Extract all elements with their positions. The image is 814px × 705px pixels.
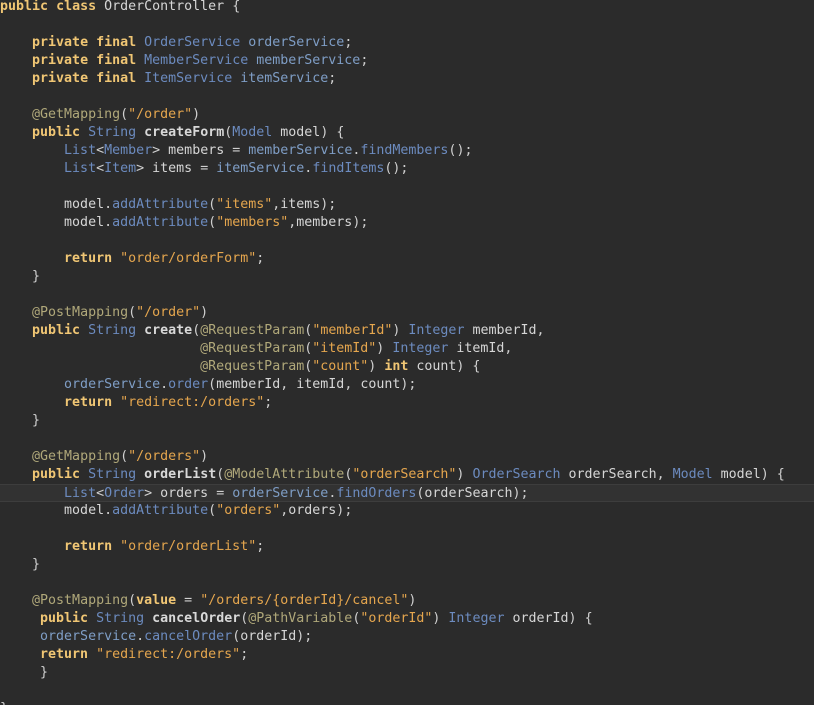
- code-line[interactable]: @RequestParam("count") int count) {: [0, 358, 814, 376]
- code-line[interactable]: public String create(@RequestParam("memb…: [0, 322, 814, 340]
- code-line[interactable]: public class OrderController {: [0, 0, 814, 16]
- code-line-text: model.addAttribute("members",members);: [64, 215, 369, 230]
- code-line-text: public String cancelOrder(@PathVariable(…: [40, 611, 593, 626]
- code-line[interactable]: public String cancelOrder(@PathVariable(…: [0, 610, 814, 628]
- code-line[interactable]: [0, 520, 814, 538]
- code-line[interactable]: [0, 178, 814, 196]
- code-line[interactable]: List<Member> members = memberService.fin…: [0, 142, 814, 160]
- code-line[interactable]: [0, 430, 814, 448]
- code-line[interactable]: }: [0, 664, 814, 682]
- code-line-text: public String createForm(Model model) {: [32, 125, 345, 140]
- code-line[interactable]: return "redirect:/orders";: [0, 646, 814, 664]
- code-line-text: public String orderList(@ModelAttribute(…: [32, 467, 785, 482]
- code-line[interactable]: public String orderList(@ModelAttribute(…: [0, 466, 814, 484]
- code-line-text: public class OrderController {: [0, 0, 241, 14]
- code-line-text: public String create(@RequestParam("memb…: [32, 323, 545, 338]
- code-line[interactable]: @GetMapping("/orders"): [0, 448, 814, 466]
- code-line-text: }: [32, 557, 41, 572]
- code-line[interactable]: List<Order> orders = orderService.findOr…: [0, 484, 814, 502]
- code-line[interactable]: return "order/orderList";: [0, 538, 814, 556]
- code-line-text: return "order/orderList";: [64, 539, 265, 554]
- code-editor[interactable]: public class OrderController { private f…: [0, 0, 814, 705]
- code-line[interactable]: [0, 16, 814, 34]
- code-line-text: orderService.order(memberId, itemId, cou…: [64, 377, 417, 392]
- code-line[interactable]: [0, 682, 814, 700]
- code-line[interactable]: [0, 574, 814, 592]
- code-line[interactable]: model.addAttribute("members",members);: [0, 214, 814, 232]
- code-line-text: return "order/orderForm";: [64, 251, 265, 266]
- code-line[interactable]: model.addAttribute("orders",orders);: [0, 502, 814, 520]
- code-line[interactable]: List<Item> items = itemService.findItems…: [0, 160, 814, 178]
- code-line-text: private final ItemService itemService;: [32, 71, 337, 86]
- code-line[interactable]: [0, 286, 814, 304]
- code-line[interactable]: [0, 88, 814, 106]
- code-line[interactable]: @PostMapping("/order"): [0, 304, 814, 322]
- code-line-text: private final MemberService memberServic…: [32, 53, 369, 68]
- code-line-text: }: [32, 269, 41, 284]
- code-line-text: return "redirect:/orders";: [40, 647, 249, 662]
- code-line[interactable]: @PostMapping(value = "/orders/{orderId}/…: [0, 592, 814, 610]
- code-line[interactable]: }: [0, 412, 814, 430]
- code-line-text: @RequestParam("count") int count) {: [200, 359, 481, 374]
- code-line[interactable]: @RequestParam("itemId") Integer itemId,: [0, 340, 814, 358]
- code-line[interactable]: return "order/orderForm";: [0, 250, 814, 268]
- code-line[interactable]: private final MemberService memberServic…: [0, 52, 814, 70]
- code-line-text: return "redirect:/orders";: [64, 395, 273, 410]
- code-line-text: @PostMapping("/order"): [32, 305, 209, 320]
- code-line[interactable]: model.addAttribute("items",items);: [0, 196, 814, 214]
- code-line-text: private final OrderService orderService;: [32, 35, 353, 50]
- code-line[interactable]: private final OrderService orderService;: [0, 34, 814, 52]
- code-line[interactable]: return "redirect:/orders";: [0, 394, 814, 412]
- code-line-text: List<Order> orders = orderService.findOr…: [64, 486, 529, 501]
- code-line-text: model.addAttribute("orders",orders);: [64, 503, 353, 518]
- code-line-text: List<Item> items = itemService.findItems…: [64, 161, 409, 176]
- code-line-text: }: [0, 701, 8, 705]
- code-line-text: @GetMapping("/orders"): [32, 449, 209, 464]
- code-line-text: orderService.cancelOrder(orderId);: [40, 629, 313, 644]
- code-line-text: }: [40, 665, 49, 680]
- code-line[interactable]: @GetMapping("/order"): [0, 106, 814, 124]
- code-line[interactable]: }: [0, 700, 814, 705]
- code-line-text: @RequestParam("itemId") Integer itemId,: [200, 341, 513, 356]
- code-line-text: @GetMapping("/order"): [32, 107, 201, 122]
- code-line-text: List<Member> members = memberService.fin…: [64, 143, 473, 158]
- code-line[interactable]: private final ItemService itemService;: [0, 70, 814, 88]
- code-line[interactable]: public String createForm(Model model) {: [0, 124, 814, 142]
- code-line-text: }: [32, 413, 41, 428]
- code-line[interactable]: orderService.order(memberId, itemId, cou…: [0, 376, 814, 394]
- code-line[interactable]: [0, 232, 814, 250]
- code-line-text: @PostMapping(value = "/orders/{orderId}/…: [32, 593, 417, 608]
- code-line[interactable]: }: [0, 556, 814, 574]
- code-line[interactable]: orderService.cancelOrder(orderId);: [0, 628, 814, 646]
- code-line-text: model.addAttribute("items",items);: [64, 197, 337, 212]
- code-line[interactable]: }: [0, 268, 814, 286]
